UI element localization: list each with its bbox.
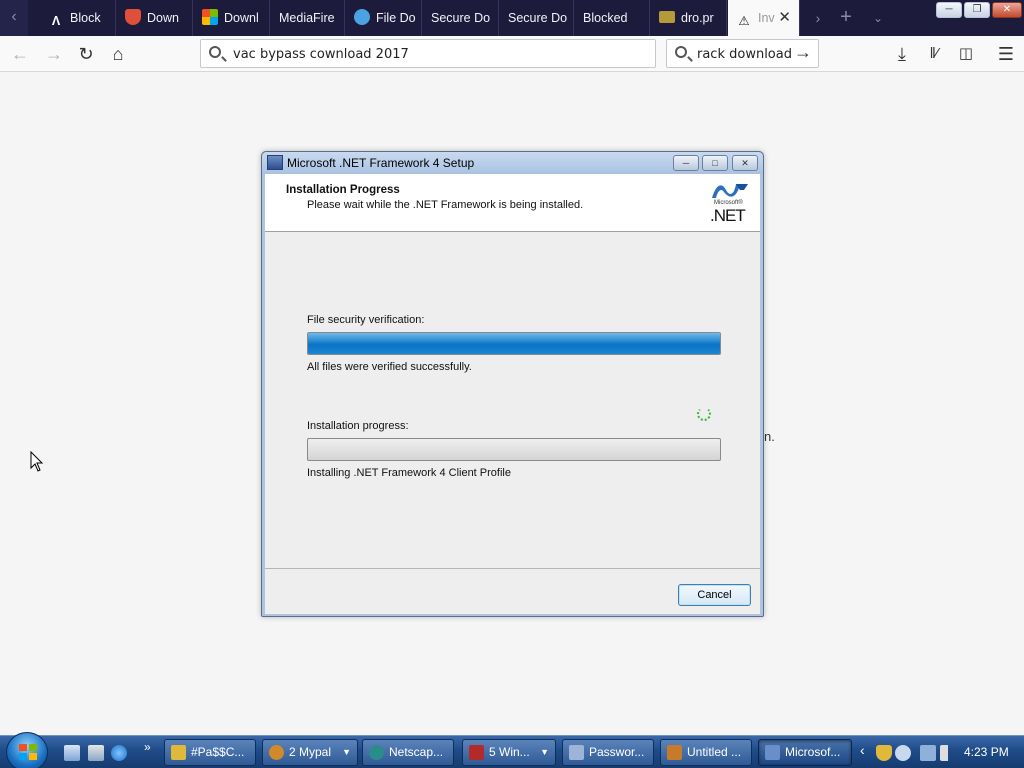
browser-tab[interactable]: File Do (346, 0, 422, 36)
install-progress-bar (307, 438, 721, 461)
internet-explorer-icon[interactable] (111, 745, 127, 761)
installer-dialog: Microsoft .NET Framework 4 Setup ─ □ ✕ I… (261, 151, 764, 617)
taskbar-button[interactable]: #Pa$$C... (164, 739, 256, 766)
dialog-header: Installation Progress Please wait while … (265, 174, 760, 232)
browser-tab[interactable]: Downl (194, 0, 270, 36)
header-title: Installation Progress (286, 184, 400, 196)
paint-icon (667, 745, 682, 760)
window-minimize-button[interactable]: ─ (936, 2, 962, 18)
setup-icon (765, 745, 780, 760)
group-arrow-icon: ▼ (540, 747, 549, 757)
dotnet-logo-icon: Microsoft® .NET (708, 180, 752, 225)
password-app-icon (569, 745, 584, 760)
app-window-icon (267, 155, 283, 170)
dialog-body: Installation Progress Please wait while … (265, 174, 760, 614)
start-button[interactable] (6, 732, 48, 768)
home-icon[interactable]: ⌂ (104, 40, 132, 68)
group-arrow-icon: ▼ (342, 747, 351, 757)
taskbar-button[interactable]: Passwor... (562, 739, 654, 766)
security-shield-icon[interactable] (876, 745, 892, 761)
sidebar-icon[interactable]: ◫ (952, 40, 980, 68)
cloud-icon (354, 9, 370, 25)
notepad-icon (171, 745, 186, 760)
close-tab-icon[interactable]: ✕ (778, 0, 791, 36)
window-group-icon (469, 745, 484, 760)
explorer-icon[interactable] (88, 745, 104, 761)
dialog-title: Microsoft .NET Framework 4 Setup (287, 156, 475, 170)
footer-divider (265, 568, 760, 569)
arrow-right-icon[interactable]: → (794, 42, 812, 63)
taskbar-button[interactable]: Untitled ... (660, 739, 752, 766)
download-icon[interactable]: ⤓ (888, 40, 916, 68)
network-icon[interactable] (920, 745, 936, 761)
quick-launch-more-icon[interactable]: » (144, 740, 151, 754)
settings-tray-icon[interactable] (895, 745, 911, 761)
windows-icon (202, 9, 218, 25)
search-input[interactable] (697, 44, 797, 64)
a-logo-icon: Λ (51, 14, 61, 28)
browser-tab-active[interactable]: ⚠ Inv ✕ (728, 0, 800, 36)
url-bar[interactable] (200, 39, 656, 68)
browser-tab[interactable]: Secure Do (500, 0, 574, 36)
dialog-maximize-button[interactable]: □ (702, 155, 728, 171)
window-restore-button[interactable]: ❐ (964, 2, 990, 18)
verification-progress-fill (308, 333, 720, 354)
netscape-icon (369, 745, 384, 760)
verification-status: All files were verified successfully. (307, 361, 472, 373)
browser-tab-strip: ‹ Λ Block Down Downl MediaFire File Do Se… (0, 0, 1024, 36)
browser-tab[interactable]: Λ Block (40, 0, 116, 36)
tab-overflow-icon[interactable]: › (808, 0, 828, 36)
warning-icon: ⚠ (738, 14, 750, 28)
verification-progress-bar (307, 332, 721, 355)
browser-tab[interactable]: Down (117, 0, 193, 36)
taskbar: » #Pa$$C... 2 Mypal ▼ Netscap... 5 Win..… (0, 732, 1024, 768)
menu-icon[interactable]: ☰ (992, 40, 1020, 68)
system-clock[interactable]: 4:23 PM (964, 745, 1009, 759)
taskbar-button-group[interactable]: 2 Mypal ▼ (262, 739, 358, 766)
browser-tab[interactable]: MediaFire (271, 0, 345, 36)
tray-expand-icon[interactable]: ‹ (860, 742, 865, 758)
window-close-button[interactable]: ✕ (992, 2, 1022, 18)
taskbar-button[interactable]: Netscap... (362, 739, 454, 766)
browser-tab[interactable]: Secure Do (423, 0, 499, 36)
browser-tab[interactable]: dro.pr (651, 0, 727, 36)
taskbar-button-active[interactable]: Microsof... (758, 739, 852, 766)
browser-nav-bar: ← → ↻ ⌂ → ⤓ ‖⁄ ◫ ☰ (0, 36, 1024, 72)
reload-icon[interactable]: ↻ (72, 40, 100, 68)
background-text-fragment: n. (764, 429, 775, 444)
install-label: Installation progress: (307, 420, 409, 432)
search-bar[interactable]: → (666, 39, 819, 68)
list-all-tabs-icon[interactable]: ⌄ (868, 0, 888, 36)
dialog-close-button[interactable]: ✕ (732, 155, 758, 171)
back-arrow-icon[interactable]: ← (6, 40, 34, 68)
show-desktop-icon[interactable] (64, 745, 80, 761)
install-status: Installing .NET Framework 4 Client Profi… (307, 467, 511, 479)
taskbar-button-group[interactable]: 5 Win... ▼ (462, 739, 556, 766)
forward-arrow-icon[interactable]: → (40, 40, 68, 68)
logo-dotnet-text: .NET (710, 206, 746, 225)
library-icon[interactable]: ‖⁄ (920, 40, 948, 68)
verification-label: File security verification: (307, 314, 425, 326)
new-tab-button[interactable]: + (836, 0, 856, 36)
windows-logo-icon (19, 744, 37, 760)
loading-spinner-icon (697, 407, 711, 421)
header-subtitle: Please wait while the .NET Framework is … (307, 199, 584, 211)
search-icon (675, 46, 687, 58)
volume-muted-icon[interactable] (940, 745, 956, 761)
tab-scroll-left-button[interactable]: ‹ (0, 0, 28, 36)
dialog-minimize-button[interactable]: ─ (673, 155, 699, 171)
cancel-button[interactable]: Cancel (678, 584, 751, 606)
dialog-title-bar[interactable]: Microsoft .NET Framework 4 Setup ─ □ ✕ (262, 152, 763, 174)
mypal-icon (269, 745, 284, 760)
search-icon (209, 46, 221, 58)
browser-tab[interactable]: Blocked (575, 0, 650, 36)
url-input[interactable] (233, 44, 643, 64)
shield-icon (125, 9, 141, 25)
folder-icon (659, 11, 675, 23)
